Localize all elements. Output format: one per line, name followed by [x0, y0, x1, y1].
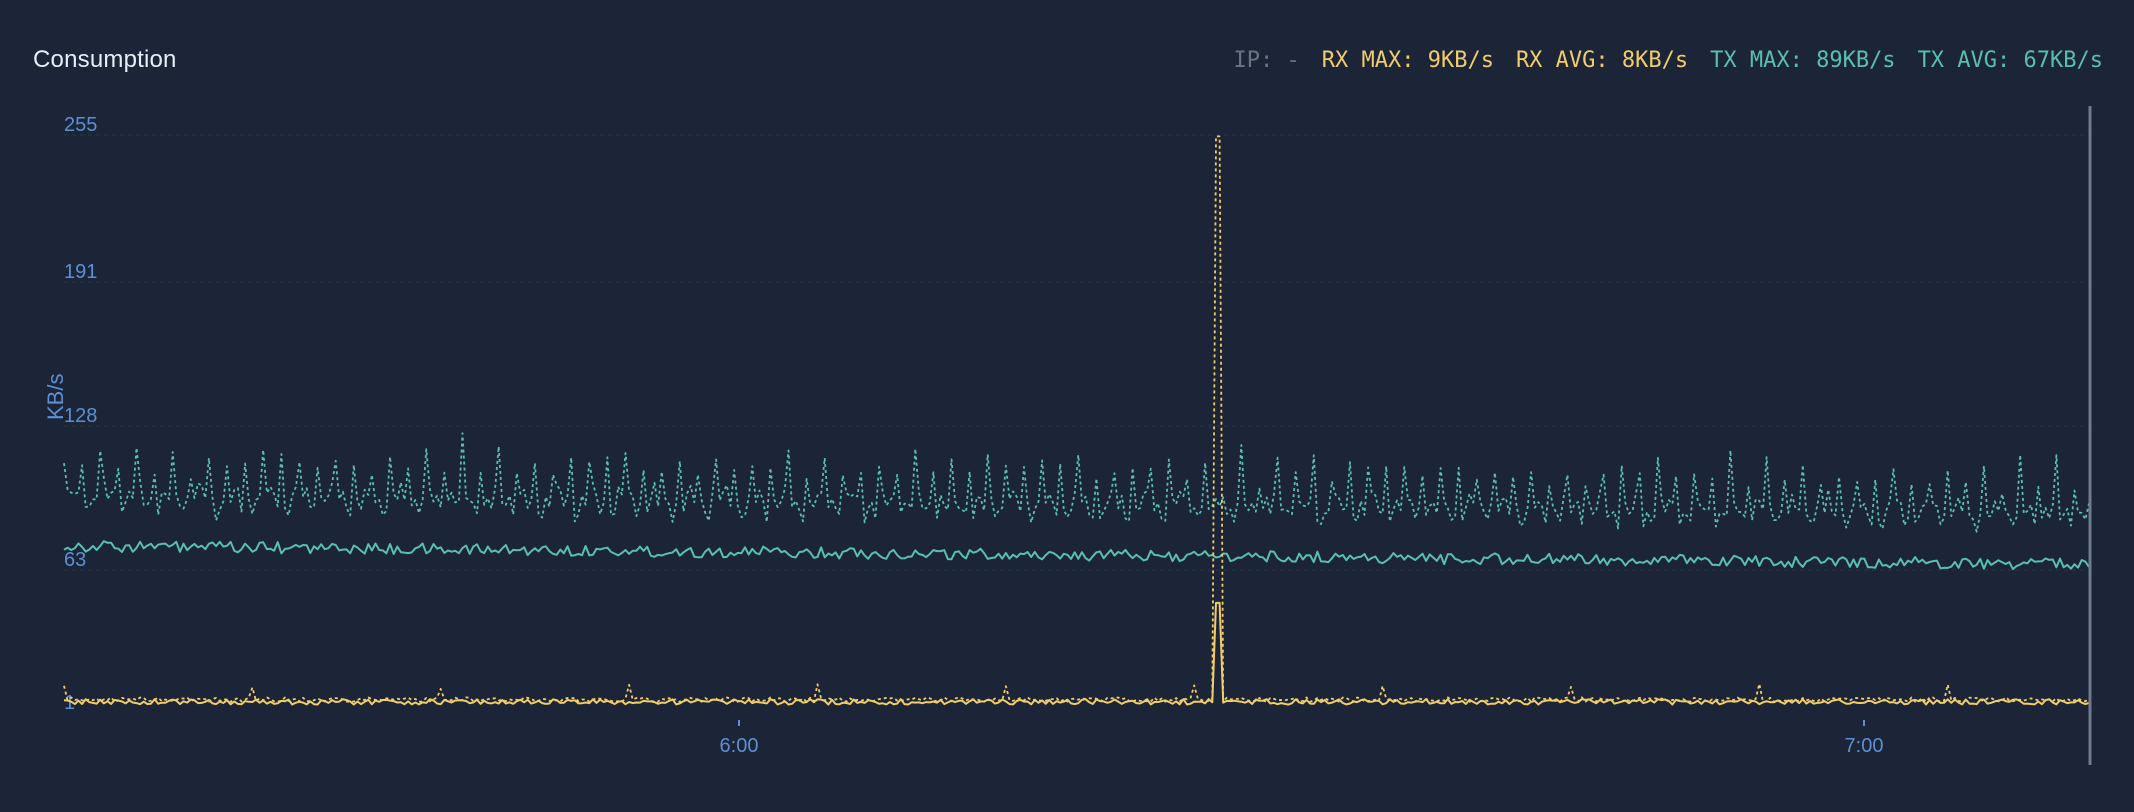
series-line-rx-max	[63, 135, 2090, 703]
series-line-tx-avg	[63, 540, 2090, 571]
consumption-panel: Consumption IP: - RX MAX: 9KB/s RX AVG: …	[0, 0, 2134, 812]
x-axis-ticks: 6:007:008:00	[720, 720, 1884, 757]
y-tick-label: 255	[64, 114, 97, 136]
series-line-tx-max	[63, 432, 2090, 533]
series-line-rx-avg	[63, 601, 2090, 706]
grid-lines	[64, 134, 2089, 571]
consumption-chart[interactable]: 255191128631 KB/s 6:007:008:00	[0, 0, 2134, 812]
x-tick-label: 6:00	[720, 735, 759, 757]
x-tick-label: 7:00	[1845, 735, 1884, 757]
y-tick-label: 191	[64, 261, 97, 283]
series-lines	[63, 135, 2090, 706]
y-tick-label: 128	[64, 405, 97, 427]
y-tick-label: 63	[64, 549, 86, 571]
y-axis-label: KB/s	[43, 374, 68, 420]
y-axis-ticks: 255191128631	[64, 114, 97, 714]
